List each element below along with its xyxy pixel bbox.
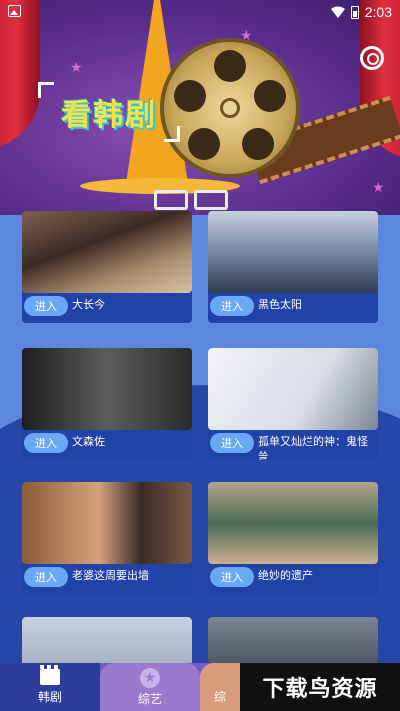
page-title-text: 看韩剧 (61, 98, 157, 133)
drama-title: 老婆这周要出墙 (72, 569, 149, 582)
header-banner: ★ ★ ★ 看韩剧 (0, 0, 400, 215)
status-bar: 2:03 (0, 0, 400, 24)
drama-poster[interactable] (22, 348, 192, 430)
wifi-icon (330, 6, 345, 18)
drama-title: 文森佐 (72, 435, 105, 448)
tab-label: 综 (213, 689, 226, 704)
3d-glasses-icon (150, 186, 234, 214)
image-icon (8, 5, 21, 17)
drama-poster[interactable] (208, 348, 378, 430)
enter-button[interactable]: 进入 (24, 567, 68, 587)
drama-card[interactable]: 进入 老婆这周要出墙 (22, 482, 192, 594)
drama-grid: 进入 大长今 进入 黑色太阳 进入 文森佐 进入 孤单又灿烂的神：鬼怪 쓸 란하… (0, 211, 400, 667)
page-title: 看韩剧 (38, 82, 180, 142)
status-right: 2:03 (330, 4, 392, 20)
enter-button[interactable]: 进入 (210, 433, 254, 453)
drama-card[interactable]: 进入 绝妙的遗产 (208, 482, 378, 594)
drama-poster[interactable] (208, 482, 378, 564)
star-decoration: ★ (70, 60, 83, 76)
drama-poster[interactable] (22, 211, 192, 293)
drama-card[interactable]: 进入 文森佐 (22, 348, 192, 460)
drama-poster[interactable] (208, 211, 378, 293)
drama-title: 绝妙的遗产 (258, 569, 313, 582)
enter-button[interactable]: 进入 (24, 296, 68, 316)
enter-button[interactable]: 进入 (210, 296, 254, 316)
tab-label: 综艺 (137, 691, 162, 706)
star-icon: ★ (140, 667, 160, 688)
drama-card[interactable] (22, 617, 192, 667)
drama-poster[interactable] (208, 617, 378, 667)
enter-button[interactable]: 进入 (24, 433, 68, 453)
tab-variety[interactable]: ★ 综艺 (100, 663, 200, 711)
tab-label: 韩剧 (37, 690, 62, 704)
drama-card[interactable]: 进入 黑色太阳 (208, 211, 378, 323)
watermark-logo: 下载鸟资源 (240, 663, 400, 711)
drama-title: 黑色太阳 (258, 298, 302, 311)
drama-title: 孤单又灿烂的神：鬼怪 쓸 란하神 - 도깨비 (258, 435, 368, 460)
status-time: 2:03 (364, 4, 392, 20)
star-decoration: ★ (372, 180, 385, 196)
enter-button[interactable]: 进入 (210, 567, 254, 587)
tab-korean-drama[interactable]: 韩剧 (0, 663, 100, 711)
clapperboard-icon (40, 665, 60, 685)
drama-card[interactable]: 进入 大长今 (22, 211, 192, 323)
drama-card[interactable] (208, 617, 378, 667)
drama-poster[interactable] (22, 482, 192, 564)
film-reel-icon (160, 38, 300, 178)
battery-icon (350, 5, 359, 19)
drama-card[interactable]: 进入 孤单又灿烂的神：鬼怪 쓸 란하神 - 도깨비 (208, 348, 378, 460)
gear-icon[interactable] (360, 46, 384, 70)
drama-poster[interactable] (22, 617, 192, 667)
drama-title: 大长今 (72, 298, 105, 311)
